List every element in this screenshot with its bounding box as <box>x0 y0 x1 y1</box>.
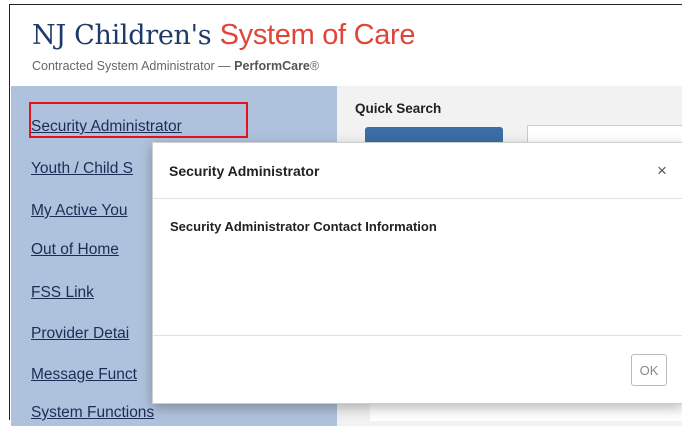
subtitle-prefix: Contracted System Administrator — <box>32 59 235 73</box>
ok-button[interactable]: OK <box>631 354 667 386</box>
site-logo-title[interactable]: NJ Children's System of Care <box>32 19 416 52</box>
quick-search-label: Quick Search <box>355 101 442 116</box>
brand-title-part1: NJ Children's <box>32 20 220 51</box>
site-header: NJ Children's System of Care Contracted … <box>10 5 682 90</box>
security-administrator-modal: Security Administrator × Security Admini… <box>152 142 682 404</box>
modal-body-heading: Security Administrator Contact Informati… <box>170 219 437 234</box>
sidebar-item-my-active-youth[interactable]: My Active You <box>31 202 128 220</box>
sidebar-item-message-functions[interactable]: Message Funct <box>31 366 137 384</box>
content-panel <box>370 402 682 421</box>
modal-footer <box>153 335 682 403</box>
sidebar-item-system-functions[interactable]: System Functions <box>31 404 154 422</box>
sidebar-item-youth-child[interactable]: Youth / Child S <box>31 160 133 178</box>
modal-title: Security Administrator <box>169 163 320 179</box>
modal-header: Security Administrator × <box>153 143 682 199</box>
highlight-box <box>29 102 248 138</box>
brand-title-part2: System of Care <box>219 19 416 51</box>
subtitle-mark: ® <box>309 59 320 73</box>
subtitle-strong: PerformCare <box>234 59 310 73</box>
sidebar-item-fss-link[interactable]: FSS Link <box>31 284 94 302</box>
sidebar-item-provider-details[interactable]: Provider Detai <box>31 325 129 343</box>
site-subtitle: Contracted System Administrator — Perfor… <box>32 59 319 73</box>
sidebar-item-out-of-home[interactable]: Out of Home <box>31 241 119 259</box>
close-icon[interactable]: × <box>657 162 667 180</box>
